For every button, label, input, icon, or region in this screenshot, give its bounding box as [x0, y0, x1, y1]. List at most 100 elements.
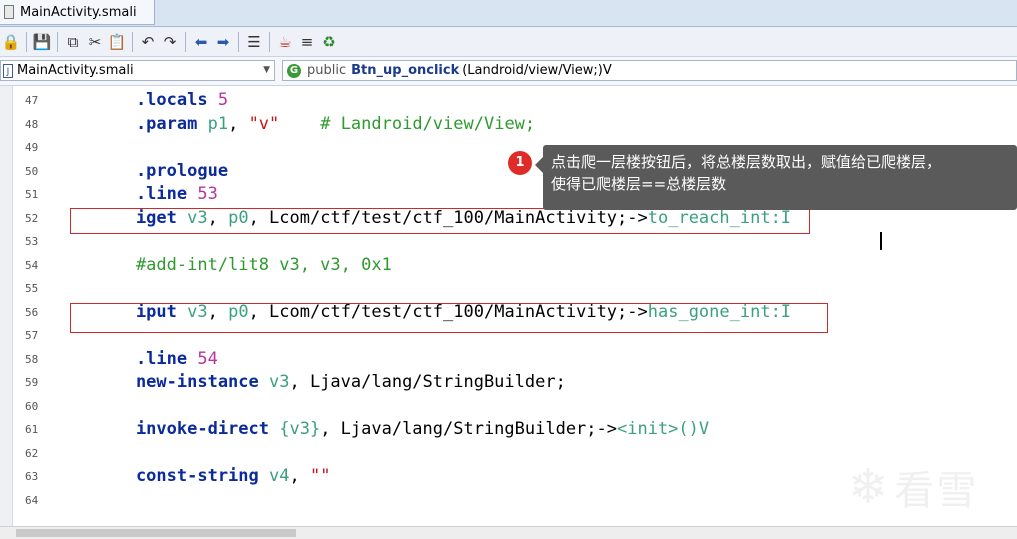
scrollbar-thumb[interactable] — [16, 529, 296, 537]
tooltip-line-2: 使得已爬楼层==总楼层数 — [551, 175, 727, 193]
forward-icon[interactable]: ➡ — [212, 31, 234, 53]
snowflake-icon: ❄ — [848, 459, 889, 515]
line-number: 60 — [25, 399, 39, 413]
code-token: , — [289, 466, 310, 486]
code-token: .prologue — [95, 160, 229, 181]
line-number: 64 — [25, 493, 39, 507]
code-token: , — [228, 113, 249, 134]
tab-main-activity[interactable]: MainActivity.smali — [0, 0, 155, 25]
code-text: #add-int/lit8 v3, v3, 0x1 — [95, 254, 392, 277]
cut-icon[interactable]: ✂ — [84, 31, 106, 53]
tooltip-line-1: 点击爬一层楼按钮后，将总楼层数取出，赋值给已爬楼层， — [551, 153, 942, 171]
line-number: 61 — [25, 423, 39, 436]
line-number: 47 — [25, 94, 39, 107]
toolbar-separator — [269, 31, 270, 52]
code-token: .param — [95, 113, 208, 134]
tab-label: MainActivity.smali — [20, 4, 137, 20]
code-token: .locals — [95, 90, 218, 110]
code-token: .line — [95, 184, 198, 204]
back-icon[interactable]: ⬅ — [190, 31, 212, 53]
code-token: v3 — [269, 372, 290, 392]
java-icon[interactable]: ☕ — [274, 31, 296, 53]
toolbar: 🔒 💾 ⧉ ✂ 📋 ↶ ↷ ⬅ ➡ ☰ ☕ ≡ ♻ — [0, 27, 1017, 57]
watermark: ❄ 看雪 — [848, 458, 978, 516]
highlight-box-iget — [70, 208, 810, 234]
code-token: 53 — [197, 184, 218, 204]
method-modifier: public — [307, 63, 347, 78]
line-number: 55 — [25, 282, 39, 295]
method-selector[interactable]: G public Btn_up_onclick (Landroid/view/V… — [282, 60, 1017, 81]
copy-icon[interactable]: ⧉ — [62, 31, 84, 53]
code-line: 54 #add-int/lit8 v3, v3, 0x1 — [0, 254, 1017, 277]
code-line: 59 new-instance v3, Ljava/lang/StringBui… — [0, 371, 1017, 394]
code-token: const-string — [95, 466, 269, 486]
code-line: 47 .locals 5 — [0, 89, 1017, 112]
paste-icon[interactable]: 📋 — [106, 31, 128, 53]
code-text: .line 53 — [95, 183, 218, 206]
code-token: #add-int/lit8 v3, v3, 0x1 — [95, 254, 392, 275]
code-text: invoke-direct {v3}, Ljava/lang/StringBui… — [95, 418, 709, 441]
line-number: 59 — [25, 376, 39, 389]
text-cursor — [880, 232, 882, 250]
code-line: 58 .line 54 — [0, 348, 1017, 371]
toolbar-separator — [238, 31, 239, 52]
code-token: .line — [95, 348, 198, 369]
line-number: 63 — [25, 470, 39, 483]
save-icon[interactable]: 💾 — [31, 31, 53, 53]
list-icon[interactable]: ≡ — [296, 31, 318, 53]
code-token: {v3} — [279, 419, 321, 439]
tab-bar: MainActivity.smali — [0, 0, 1017, 27]
code-line: 48 .param p1, "v" # Landroid/view/View; — [0, 113, 1017, 136]
navigation-bar: J MainActivity.smali ▼ G public Btn_up_o… — [0, 57, 1017, 86]
toolbar-separator — [26, 31, 27, 52]
redo-icon[interactable]: ↷ — [159, 31, 181, 53]
code-text: .param p1, "v" # Landroid/view/View; — [95, 113, 535, 136]
line-number: 62 — [25, 446, 39, 460]
code-text: .locals 5 — [95, 89, 228, 112]
line-number: 51 — [25, 188, 39, 201]
code-line: 60 — [0, 395, 1017, 418]
code-token: , Ljava/lang/StringBuilder;-> — [320, 419, 617, 439]
file-selector-label: MainActivity.smali — [17, 63, 134, 78]
code-line: 61 invoke-direct {v3}, Ljava/lang/String… — [0, 418, 1017, 441]
code-token: <init>()V — [617, 419, 710, 439]
code-token: "" — [309, 466, 331, 486]
line-number: 52 — [25, 211, 39, 225]
code-token: new-instance — [95, 372, 269, 392]
code-token: "v" — [248, 113, 280, 134]
code-token: 5 — [217, 90, 229, 110]
run-icon[interactable]: ♻ — [318, 31, 340, 53]
code-line: 55 — [0, 277, 1017, 300]
format-icon[interactable]: ☰ — [243, 31, 265, 53]
undo-icon[interactable]: ↶ — [137, 31, 159, 53]
line-number: 58 — [25, 352, 39, 366]
line-number: 56 — [25, 305, 39, 319]
code-token: 54 — [197, 348, 218, 369]
method-signature: (Landroid/view/View;)V — [462, 63, 612, 78]
line-number: 48 — [25, 117, 39, 131]
toolbar-separator — [132, 31, 133, 52]
highlight-box-iput — [70, 303, 828, 333]
code-text: .prologue — [95, 160, 228, 183]
code-text: const-string v4, "" — [95, 465, 331, 488]
code-text: new-instance v3, Ljava/lang/StringBuilde… — [95, 371, 566, 394]
line-number: 50 — [25, 164, 39, 178]
file-icon — [4, 5, 14, 19]
annotation-tooltip: 点击爬一层楼按钮后，将总楼层数取出，赋值给已爬楼层， 使得已爬楼层==总楼层数 — [535, 145, 1017, 210]
code-token: # Landroid/view/View; — [279, 113, 536, 134]
line-number: 54 — [25, 258, 39, 272]
file-selector[interactable]: J MainActivity.smali ▼ — [0, 60, 275, 81]
code-token: invoke-direct — [95, 419, 280, 439]
line-number: 57 — [25, 329, 39, 342]
line-number: 49 — [25, 141, 39, 154]
toolbar-separator — [57, 31, 58, 52]
code-token: p1 — [207, 113, 229, 134]
horizontal-scrollbar[interactable] — [0, 526, 1017, 539]
watermark-text: 看雪 — [894, 468, 979, 514]
annotation-badge: 1 — [508, 151, 532, 175]
toolbar-separator — [185, 31, 186, 52]
lock-icon[interactable]: 🔒 — [0, 31, 22, 53]
line-number: 53 — [25, 235, 39, 248]
chevron-down-icon[interactable]: ▼ — [263, 65, 270, 75]
method-name: Btn_up_onclick — [351, 63, 460, 78]
